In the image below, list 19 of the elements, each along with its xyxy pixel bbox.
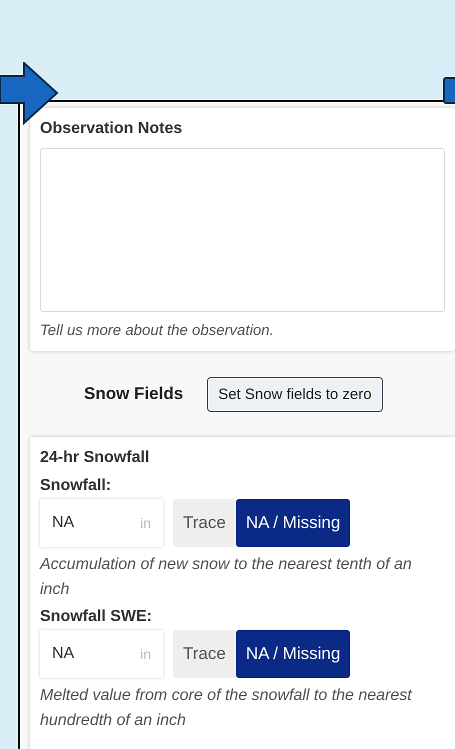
marker-icon [443,77,455,104]
option-button[interactable]: NA / Missing [236,499,350,547]
zero-button[interactable]: Set Snow fields to zero [207,376,383,412]
input-field[interactable]: NA in [40,630,163,678]
help-text: Accumulation of new snow to the nearest tenth of an inch [40,555,413,600]
unit-label: in [140,515,151,531]
option-button[interactable]: Trace [173,630,236,678]
field-label: Snowfall: [40,477,112,495]
card-title: 24-hr Snowfall [40,449,150,467]
section-title: Snow Fields [84,384,184,404]
option-button[interactable]: Trace [173,499,236,547]
card-title: Observation Notes [40,120,184,138]
input-field[interactable]: NA in [40,499,163,547]
option-button[interactable]: NA / Missing [236,630,350,678]
unit-label: in [140,646,151,662]
help-text: Tell us more about the observation. [40,322,275,339]
notes-field[interactable] [40,148,445,312]
help-text: Melted value from core of the snowfall to the nearest hundredth of an inch [40,686,414,731]
field-label: Snowfall SWE: [40,608,153,626]
